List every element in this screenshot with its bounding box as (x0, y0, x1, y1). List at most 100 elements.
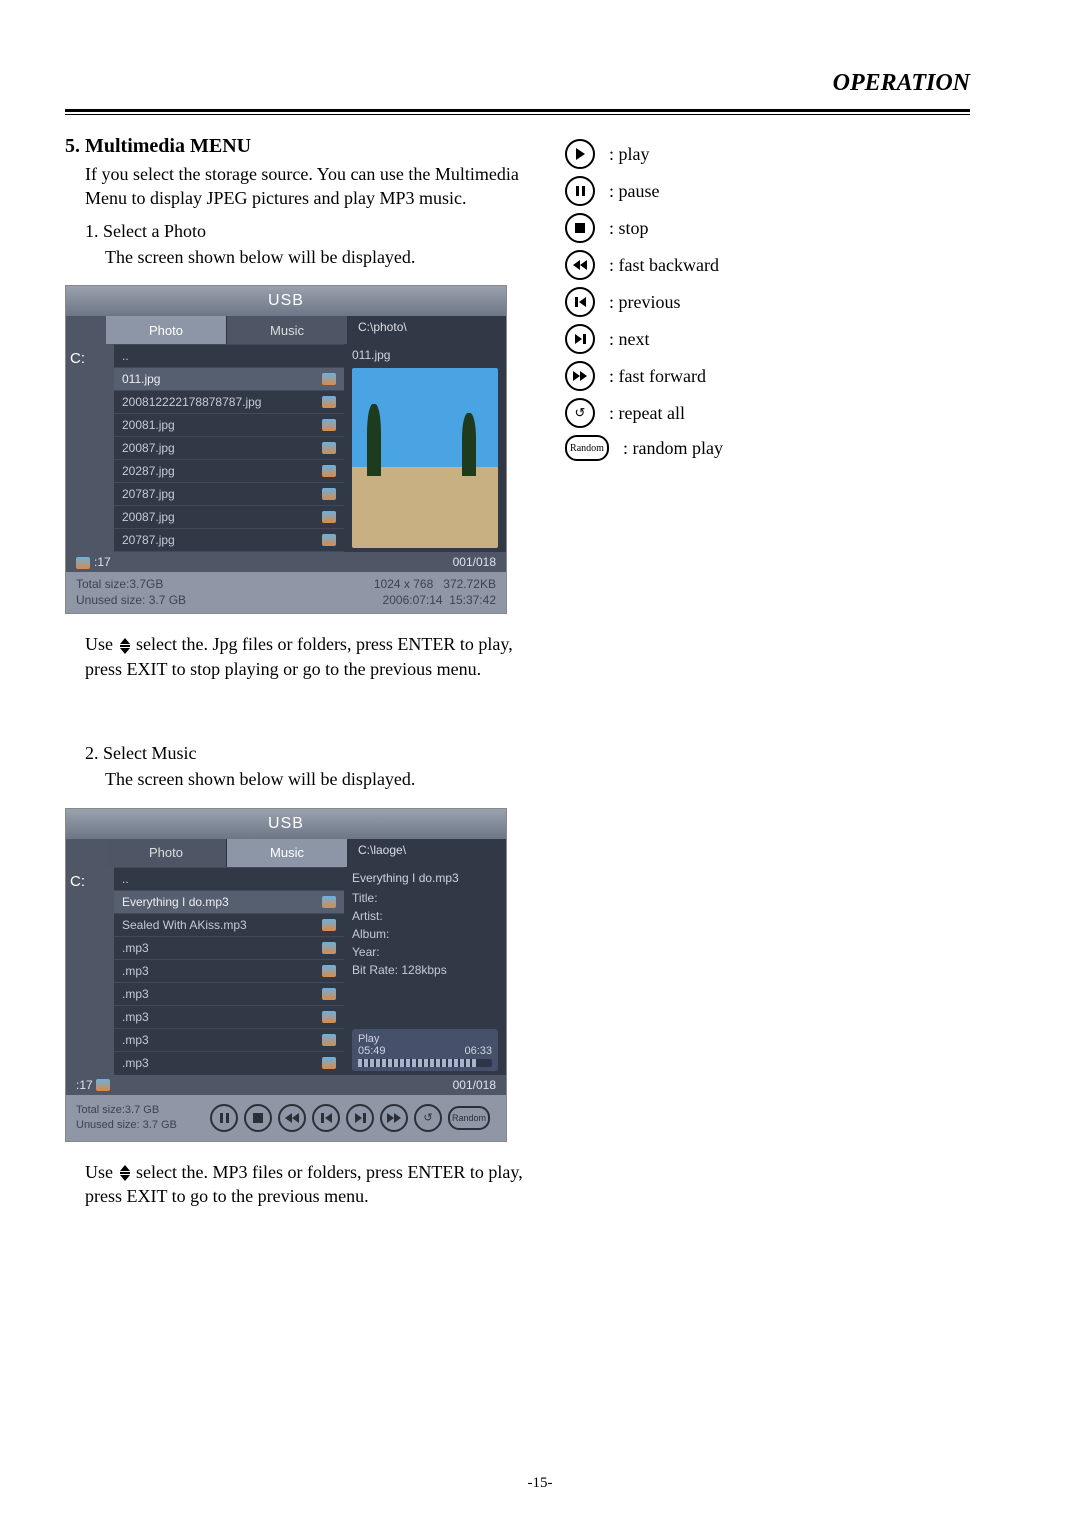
list-item[interactable]: .mp3 (114, 1028, 344, 1051)
image-thumb-icon (322, 373, 336, 385)
stop-icon (565, 213, 595, 243)
previous-icon (565, 287, 595, 317)
preview-filename: Everything I do.mp3 (352, 871, 498, 885)
audio-thumb-icon (322, 896, 336, 908)
file-list[interactable]: .. Everything I do.mp3 Sealed With AKiss… (114, 867, 344, 1075)
list-item[interactable]: .mp3 (114, 1005, 344, 1028)
image-thumb-icon (322, 511, 336, 523)
audio-thumb-icon (322, 1034, 336, 1046)
tab-music[interactable]: Music (227, 839, 348, 867)
list-item[interactable]: 20787.jpg (114, 482, 344, 505)
step1-sub: The screen shown below will be displayed… (105, 245, 525, 269)
play-progress: Play 05:49 06:33 (352, 1029, 498, 1071)
stop-button[interactable] (244, 1104, 272, 1132)
step2-title: 2. Select Music (85, 741, 525, 765)
list-item[interactable]: 20287.jpg (114, 459, 344, 482)
stat-count-left: :17 (76, 1078, 110, 1092)
preview-pane: Everything I do.mp3 Title: Artist: Album… (344, 867, 506, 1075)
previous-button[interactable] (312, 1104, 340, 1132)
file-list[interactable]: .. 011.jpg 200812222178878787.jpg 20081.… (114, 344, 344, 552)
audio-thumb-icon (322, 988, 336, 1000)
list-item[interactable]: .. (114, 344, 344, 367)
stat-count-left: :17 (76, 555, 111, 569)
footer-total-size: Total size:3.7 GB (76, 1103, 177, 1117)
footer-filesize: 372.72KB (443, 577, 496, 591)
note1: Use select the. Jpg files or folders, pr… (85, 632, 525, 681)
play-current: 05:49 (358, 1045, 386, 1057)
preview-image (352, 368, 498, 548)
image-thumb-icon (322, 488, 336, 500)
section-title: 5. Multimedia MENU (65, 135, 525, 158)
list-item[interactable]: .. (114, 867, 344, 890)
meta-year: Year: (352, 943, 498, 961)
next-icon (565, 324, 595, 354)
list-item[interactable]: Everything I do.mp3 (114, 890, 344, 913)
note2: Use select the. MP3 files or folders, pr… (85, 1160, 525, 1209)
audio-thumb-icon (322, 1011, 336, 1023)
stat-index: 001/018 (453, 1078, 496, 1092)
footer-unused-size: Unused size: 3.7 GB (76, 593, 186, 609)
step1-title: 1. Select a Photo (85, 219, 525, 243)
list-item[interactable]: 20087.jpg (114, 551, 344, 552)
list-item[interactable]: .mp3 (114, 1051, 344, 1074)
image-thumb-icon (322, 534, 336, 546)
tab-photo[interactable]: Photo (106, 839, 227, 867)
updown-icon (120, 1165, 130, 1181)
ui-title: USB (66, 286, 506, 316)
page-header: OPERATION (65, 70, 970, 97)
ui-title: USB (66, 809, 506, 839)
repeat-all-icon: ↺ (565, 398, 595, 428)
stat-index: 001/018 (453, 555, 496, 569)
list-item[interactable]: .mp3 (114, 959, 344, 982)
intro-text: If you select the storage source. You ca… (85, 162, 525, 211)
image-thumb-icon (322, 442, 336, 454)
pause-icon (565, 176, 595, 206)
preview-pane: 011.jpg (344, 344, 506, 552)
random-icon: Random (565, 435, 609, 461)
updown-icon (120, 638, 130, 654)
play-icon (565, 139, 595, 169)
footer-unused-size: Unused size: 3.7 GB (76, 1118, 177, 1132)
preview-filename: 011.jpg (352, 348, 498, 362)
play-total: 06:33 (464, 1045, 492, 1057)
tab-photo[interactable]: Photo (106, 316, 227, 344)
fast-backward-icon (565, 250, 595, 280)
list-item[interactable]: .mp3 (114, 936, 344, 959)
list-item[interactable]: 20087.jpg (114, 436, 344, 459)
meta-artist: Artist: (352, 907, 498, 925)
repeat-button[interactable]: ↺ (414, 1104, 442, 1132)
fast-forward-button[interactable] (380, 1104, 408, 1132)
pause-button[interactable] (210, 1104, 238, 1132)
footer-resolution: 1024 x 768 (374, 577, 433, 591)
next-button[interactable] (346, 1104, 374, 1132)
list-item[interactable]: 20081.jpg (114, 413, 344, 436)
footer-time: 15:37:42 (449, 593, 496, 607)
step2-sub: The screen shown below will be displayed… (105, 767, 525, 791)
footer-date: 2006:07:14 (383, 593, 443, 607)
path-display: C:\photo\ (348, 316, 506, 344)
list-item[interactable]: 200812222178878787.jpg (114, 390, 344, 413)
meta-album: Album: (352, 925, 498, 943)
fast-forward-icon (565, 361, 595, 391)
image-thumb-icon (322, 419, 336, 431)
image-thumb-icon (322, 396, 336, 408)
random-button[interactable]: Random (448, 1106, 490, 1130)
list-item[interactable]: Sealed With AKiss.mp3 (114, 913, 344, 936)
fast-backward-button[interactable] (278, 1104, 306, 1132)
path-display: C:\laoge\ (348, 839, 506, 867)
audio-thumb-icon (322, 1057, 336, 1069)
drive-label: C: (66, 344, 114, 552)
meta-bitrate: Bit Rate: 128kbps (352, 961, 498, 979)
tab-music[interactable]: Music (227, 316, 348, 344)
list-item[interactable]: 20787.jpg (114, 528, 344, 551)
list-item[interactable]: 20087.jpg (114, 505, 344, 528)
page-number: -15- (0, 1475, 1080, 1492)
icon-legend: : play : pause : stop : fast backward : … (565, 121, 970, 1216)
music-browser-ui: USB Photo Music C:\laoge\ C: .. (65, 808, 507, 1142)
audio-thumb-icon (322, 919, 336, 931)
photo-browser-ui: USB Photo Music C:\photo\ C: .. 011.jpg … (65, 285, 507, 614)
list-item[interactable]: .mp3 (114, 982, 344, 1005)
audio-thumb-icon (322, 942, 336, 954)
list-item[interactable]: 011.jpg (114, 367, 344, 390)
drive-label: C: (66, 867, 114, 1075)
